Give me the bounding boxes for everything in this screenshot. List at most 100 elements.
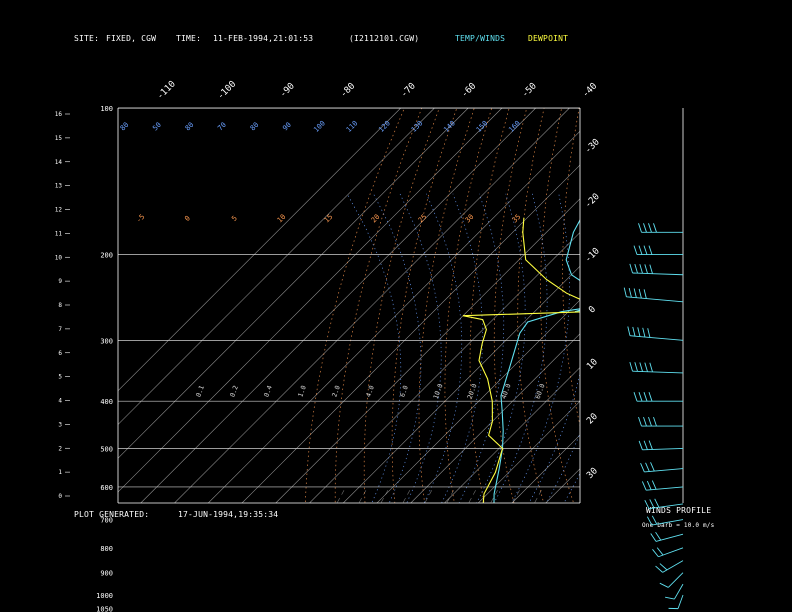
wind-barb [638,223,683,233]
wind-barb-staff [629,335,684,341]
wind-barb-flag [651,515,658,525]
height-tick-label: 13 [55,183,63,190]
pressure-tick-label: 600 [100,484,113,492]
wind-barb-flag [655,565,663,573]
height-tick-label: 9 [58,278,62,285]
moist-adiabat-label: 160 [507,119,522,134]
dry-adiabat-line [605,108,720,605]
dry-adiabat-line [469,108,510,503]
pressure-tick-label: 1050 [96,605,113,612]
moist-adiabat-label: 80 [119,121,131,133]
mixing-ratio-line [358,486,368,503]
wind-barb-flag [628,287,632,298]
height-tick-label: 3 [58,421,62,428]
wind-barb-flag [633,288,637,298]
isotherm-line [410,333,580,503]
height-tick-label: 14 [55,159,63,166]
height-tick-label: 12 [55,207,63,214]
isotherm-right-label: -10 [583,246,602,265]
wind-barb-flag [644,499,650,509]
wind-barb-flag [638,392,643,402]
dry-adiabat-line [719,108,792,605]
isotherm-line [535,86,792,612]
mixing-ratio-line [512,486,522,503]
isotherm-right-label: 20 [585,412,600,427]
wind-barb-flag [633,245,638,255]
wind-barb-flag [648,416,652,427]
mixing-ratio-line [446,486,456,503]
skew-t-diagram: 1002003004005006007008009001000105016151… [55,79,792,612]
pressure-tick-label: 900 [100,570,113,578]
isotherm-line [118,108,503,493]
height-tick-label: 2 [58,445,62,452]
wind-barb [646,515,684,526]
wind-barb [629,361,684,374]
winds-profile-panel [623,108,684,610]
wind-barb-flag [648,223,652,233]
wind-barb-flag [633,392,638,402]
mixing-ratio-label: 0.2 [228,384,240,398]
wind-barb [641,480,684,491]
dry-adiabat-line [334,108,423,503]
moist-adiabat-label: 90 [281,121,293,133]
mixing-ratio-line [468,486,478,503]
wind-barb-flag [645,462,650,472]
grid-layer [118,86,792,612]
wind-barb-staff [626,296,684,303]
isotherm-top-label: -110 [155,79,177,101]
wind-barb-flag [644,264,648,274]
isotherm-top-label: -70 [399,81,418,100]
wind-barb-flag [653,223,657,233]
wind-barb-flag [644,362,648,372]
mixing-ratio-label: 0.4 [262,384,274,398]
wind-barb-flag [640,463,645,473]
dry-adiabat-line [562,108,580,427]
wind-barb-flag [623,287,627,297]
wind-barb-flag [653,416,657,427]
pressure-tick-label: 500 [100,445,113,453]
wind-barb [659,572,684,588]
wind-barb-flag [637,327,641,337]
wind-barb-flag [641,481,647,491]
isotherm-top-label: -40 [581,81,600,100]
moist-adiabat-label: 50 [151,121,163,133]
pressure-tick-label: 300 [100,337,113,345]
mixing-ratio-label: 60.0 [534,383,547,401]
pressure-tick-label: 400 [100,398,113,406]
height-tick-label: 1 [58,469,62,476]
wind-barb [655,560,684,573]
moist-adiabat-label: 70 [216,121,228,133]
wind-barb-staff [646,486,684,491]
dry-adiabat-label: 30 [464,213,476,225]
wind-barb-staff [655,533,684,542]
isotherm-line [579,502,580,503]
moist-adiabat-label: 110 [345,119,360,134]
mixing-ratio-line [490,486,500,503]
isotherm-top-label: -100 [216,79,238,101]
height-tick-label: 10 [55,254,63,261]
wind-barb [640,462,684,473]
isotherm-right-label: 30 [585,466,600,481]
mixing-ratio-line [402,486,412,503]
moist-adiabat-label: 100 [312,119,327,134]
isotherm-top-label: -60 [460,81,479,100]
wind-barb [650,531,684,542]
wind-barb-flag [643,392,648,402]
dry-adiabat-line [391,108,458,503]
wind-barb-flag [629,361,633,372]
wind-barb-staff [632,272,684,276]
wind-barb-flag [643,223,647,233]
wind-barb-staff [674,583,684,600]
wind-barb-staff [658,547,684,558]
wind-barb-flag [648,245,653,255]
dry-adiabat-line [645,108,789,605]
moist-adiabat-line [545,194,718,606]
wind-barb-flag [643,416,647,427]
wind-barb-flag [651,480,657,490]
dry-adiabat-label: 15 [323,213,335,225]
dewpoint-trace [462,217,580,503]
wind-barb-staff [677,594,684,609]
mixing-ratio-label: 20.0 [466,383,479,401]
wind-barb-staff [662,560,684,573]
wind-barb-flag [650,462,655,472]
